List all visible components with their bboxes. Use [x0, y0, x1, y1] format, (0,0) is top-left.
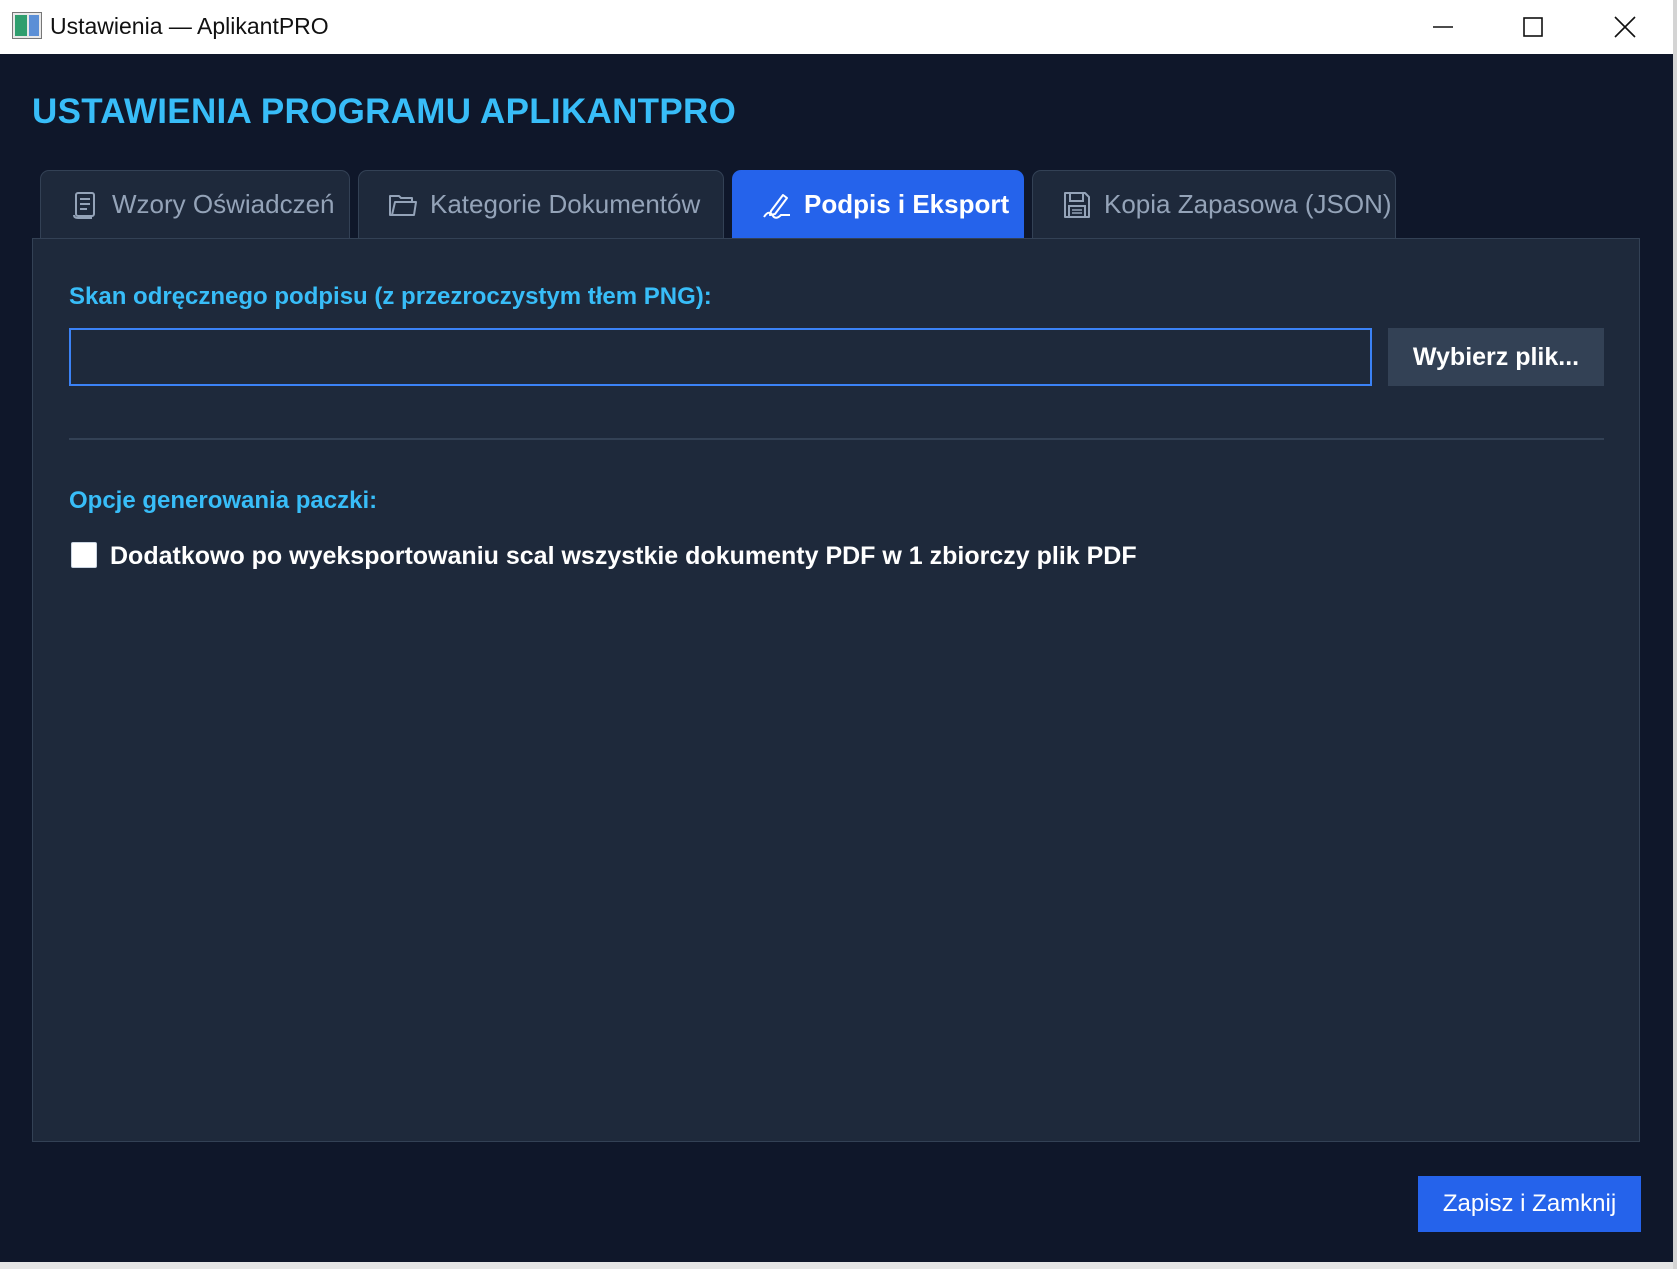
- close-button[interactable]: [1580, 0, 1670, 54]
- tab-label: Kopia Zapasowa (JSON): [1104, 189, 1392, 219]
- signature-section-label: Skan odręcznego podpisu (z przezroczysty…: [69, 283, 712, 310]
- tab-label: Wzory Oświadczeń: [112, 189, 335, 219]
- close-icon: [1614, 16, 1636, 38]
- browse-file-button[interactable]: Wybierz plik...: [1388, 328, 1604, 386]
- tab-label: Kategorie Dokumentów: [430, 189, 701, 219]
- background-window-edge: [0, 1262, 1673, 1269]
- page-title: USTAWIENIA PROGRAMU APLIKANTPRO: [32, 92, 737, 131]
- maximize-icon: [1523, 17, 1543, 37]
- signature-path-input[interactable]: [69, 328, 1372, 386]
- floppy-disk-icon: [1064, 191, 1090, 218]
- background-window-edge: [1673, 0, 1677, 1269]
- maximize-button[interactable]: [1488, 0, 1578, 54]
- merge-pdf-label[interactable]: Dodatkowo po wyeksportowaniu scal wszyst…: [110, 542, 1137, 571]
- folder-icon: [389, 194, 417, 216]
- merge-pdf-checkbox[interactable]: [71, 542, 97, 568]
- tab-podpis-i-eksport[interactable]: Podpis i Eksport: [732, 170, 1024, 238]
- tab-kopia-zapasowa[interactable]: Kopia Zapasowa (JSON): [1032, 170, 1396, 238]
- section-divider: [69, 438, 1604, 440]
- app-icon: [12, 12, 42, 39]
- tab-content-panel: Skan odręcznego podpisu (z przezroczysty…: [32, 238, 1640, 1142]
- tab-label: Podpis i Eksport: [804, 189, 1010, 219]
- window-title: Ustawienia — AplikantPRO: [50, 13, 329, 39]
- minimize-icon: [1433, 26, 1453, 28]
- title-bar[interactable]: Ustawienia — AplikantPRO: [0, 0, 1673, 54]
- options-section-label: Opcje generowania paczki:: [69, 487, 378, 514]
- save-and-close-button[interactable]: Zapisz i Zamknij: [1418, 1176, 1641, 1232]
- signature-pen-icon: [763, 193, 790, 219]
- tab-kategorie-dokumentow[interactable]: Kategorie Dokumentów: [358, 170, 724, 238]
- minimize-button[interactable]: [1398, 0, 1488, 54]
- tab-wzory-oswiadczen[interactable]: Wzory Oświadczeń: [40, 170, 350, 238]
- scroll-icon: [73, 191, 95, 219]
- settings-window: Ustawienia — AplikantPRO USTAWIENIA PROG…: [0, 0, 1673, 1269]
